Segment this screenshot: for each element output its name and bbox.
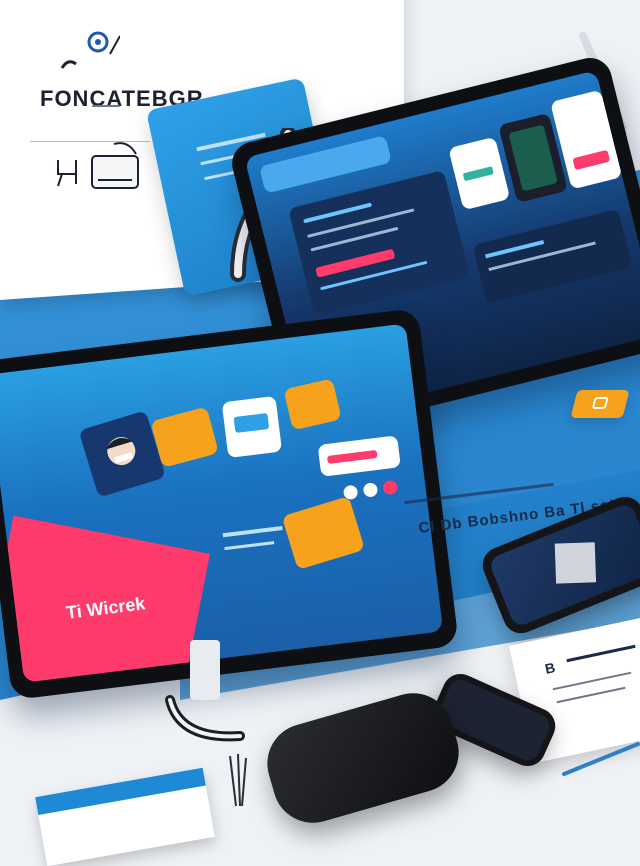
text-line bbox=[224, 541, 275, 551]
orange-card[interactable] bbox=[150, 406, 219, 468]
pen-icon bbox=[562, 742, 640, 776]
text-line bbox=[222, 525, 283, 538]
pencil-icon bbox=[229, 753, 247, 807]
chat-icon bbox=[592, 397, 609, 409]
bottom-panel bbox=[472, 208, 633, 304]
chart-panel bbox=[288, 170, 470, 316]
laptop-icon bbox=[91, 142, 139, 189]
notification-card[interactable] bbox=[317, 435, 401, 477]
white-card[interactable] bbox=[221, 395, 283, 459]
mascot-icon bbox=[106, 437, 136, 466]
center-tablet-screen: Ti Wicrek bbox=[0, 323, 444, 683]
top-banner bbox=[259, 135, 392, 194]
mini-card[interactable] bbox=[448, 136, 511, 211]
brand-logo-icon bbox=[60, 31, 120, 69]
orange-card[interactable] bbox=[281, 496, 366, 571]
divider bbox=[92, 105, 120, 107]
orange-card[interactable] bbox=[283, 378, 342, 431]
orange-badge[interactable] bbox=[570, 390, 630, 418]
center-tablet: Ti Wicrek bbox=[0, 307, 460, 701]
stand-arm-icon bbox=[165, 695, 245, 742]
